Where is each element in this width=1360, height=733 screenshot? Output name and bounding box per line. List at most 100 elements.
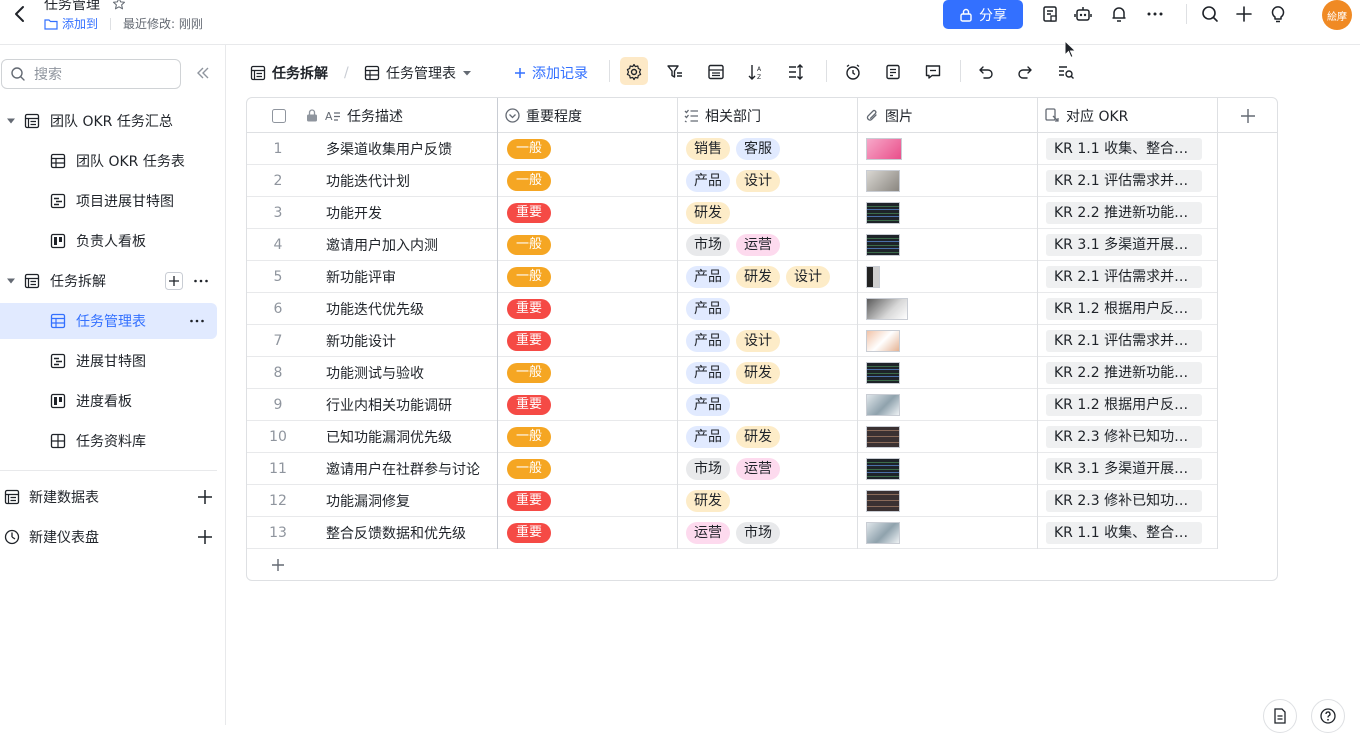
okr-cell[interactable]: KR 1.1 收集、整合用户反馈 xyxy=(1046,517,1216,548)
more-icon[interactable] xyxy=(1145,4,1165,24)
image-thumbnail[interactable] xyxy=(866,490,900,512)
task-description-cell[interactable]: 功能漏洞修复 xyxy=(326,485,496,516)
add-view-icon[interactable] xyxy=(165,272,183,290)
priority-cell[interactable]: 一般 xyxy=(507,261,677,292)
gear-icon[interactable] xyxy=(625,63,643,81)
departments-cell[interactable]: 运营 市场 xyxy=(686,517,856,548)
task-description-cell[interactable]: 功能测试与验收 xyxy=(326,357,496,388)
doc-title[interactable]: 任务管理 xyxy=(44,0,100,14)
image-thumbnail[interactable] xyxy=(866,170,900,192)
search-icon[interactable] xyxy=(1200,4,1220,24)
okr-cell[interactable]: KR 2.3 修补已知功能漏洞 xyxy=(1046,421,1216,452)
departments-cell[interactable]: 产品 设计 xyxy=(686,325,856,356)
priority-cell[interactable]: 一般 xyxy=(507,229,677,260)
lightbulb-icon[interactable] xyxy=(1268,4,1288,24)
okr-cell[interactable]: KR 2.2 推进新功能研发 xyxy=(1046,357,1216,388)
column-header-image[interactable]: 图片 xyxy=(865,98,913,133)
priority-cell[interactable]: 一般 xyxy=(507,357,677,388)
column-header-departments[interactable]: 相关部门 xyxy=(684,98,761,133)
filter-icon[interactable] xyxy=(666,63,684,81)
redo-icon[interactable] xyxy=(1016,63,1034,81)
back-arrow-icon[interactable] xyxy=(10,4,30,24)
robot-icon[interactable] xyxy=(1073,4,1093,24)
departments-cell[interactable]: 产品 研发 xyxy=(686,421,856,452)
more-icon[interactable] xyxy=(192,272,210,290)
column-header-okr[interactable]: 对应 OKR xyxy=(1045,98,1128,133)
departments-cell[interactable]: 产品 xyxy=(686,293,856,324)
sidebar-item-progress-kanban[interactable]: 进度看板 xyxy=(0,383,226,419)
table-row[interactable]: 13 整合反馈数据和优先级重要 运营市场 KR 1.1 收集、整合用户反馈 xyxy=(247,517,1217,549)
image-thumbnail[interactable] xyxy=(866,330,900,352)
sidebar-item-task-library[interactable]: 任务资料库 xyxy=(0,423,226,459)
find-replace-icon[interactable] xyxy=(1057,63,1075,81)
okr-cell[interactable]: KR 2.3 修补已知功能漏洞 xyxy=(1046,485,1216,516)
plus-icon[interactable] xyxy=(196,488,214,506)
departments-cell[interactable]: 研发 xyxy=(686,197,856,228)
image-thumbnail[interactable] xyxy=(866,458,900,480)
table-row[interactable]: 1 多渠道收集用户反馈一般 销售客服 KR 1.1 收集、整合用户反馈 xyxy=(247,133,1217,165)
task-description-cell[interactable]: 新功能设计 xyxy=(326,325,496,356)
departments-cell[interactable]: 产品 xyxy=(686,389,856,420)
departments-cell[interactable]: 产品 研发 设计 xyxy=(686,261,856,292)
priority-cell[interactable]: 一般 xyxy=(507,133,677,164)
priority-cell[interactable]: 一般 xyxy=(507,165,677,196)
task-description-cell[interactable]: 整合反馈数据和优先级 xyxy=(326,517,496,548)
column-header-priority[interactable]: 重要程度 xyxy=(505,98,582,133)
okr-cell[interactable]: KR 3.1 多渠道开展拉新活动 xyxy=(1046,453,1216,484)
table-row[interactable]: 5 新功能评审一般 产品研发设计 KR 2.1 评估需求并细化迭代计划 xyxy=(247,261,1217,293)
image-thumbnail[interactable] xyxy=(866,362,900,384)
okr-cell[interactable]: KR 1.2 根据用户反馈确定优先级 xyxy=(1046,293,1216,324)
okr-cell[interactable]: KR 1.1 收集、整合用户反馈 xyxy=(1046,133,1216,164)
share-button[interactable]: 分享 xyxy=(943,0,1023,29)
task-description-cell[interactable]: 多渠道收集用户反馈 xyxy=(326,133,496,164)
image-thumbnail[interactable] xyxy=(866,426,900,448)
sidebar-item-task-manage-table[interactable]: 任务管理表 xyxy=(0,303,217,339)
star-icon[interactable] xyxy=(112,0,126,11)
breadcrumb-parent[interactable]: 任务拆解 xyxy=(250,63,328,83)
table-row[interactable]: 9 行业内相关功能调研重要 产品 KR 1.2 根据用户反馈确定优先级 xyxy=(247,389,1217,421)
sidebar-item-task-breakdown[interactable]: 任务拆解 xyxy=(0,263,226,299)
okr-cell[interactable]: KR 2.2 推进新功能研发 xyxy=(1046,197,1216,228)
priority-cell[interactable]: 一般 xyxy=(507,421,677,452)
alarm-icon[interactable] xyxy=(844,63,862,81)
view-switcher[interactable]: 任务管理表 xyxy=(364,63,472,83)
plus-icon[interactable] xyxy=(196,528,214,546)
group-icon[interactable] xyxy=(707,63,725,81)
document-button[interactable] xyxy=(1263,699,1297,733)
sidebar-item-project-gantt[interactable]: 项目进展甘特图 xyxy=(0,183,226,219)
task-description-cell[interactable]: 功能迭代优先级 xyxy=(326,293,496,324)
priority-cell[interactable]: 一般 xyxy=(507,453,677,484)
departments-cell[interactable]: 产品 研发 xyxy=(686,357,856,388)
okr-cell[interactable]: KR 3.1 多渠道开展拉新活动 xyxy=(1046,229,1216,260)
task-description-cell[interactable]: 邀请用户在社群参与讨论 xyxy=(326,453,496,484)
task-description-cell[interactable]: 邀请用户加入内测 xyxy=(326,229,496,260)
add-record-button[interactable]: 添加记录 xyxy=(514,63,588,83)
collapse-sidebar-icon[interactable] xyxy=(195,65,211,81)
table-row[interactable]: 2 功能迭代计划一般 产品设计 KR 2.1 评估需求并细化迭代计划 xyxy=(247,165,1217,197)
task-description-cell[interactable]: 已知功能漏洞优先级 xyxy=(326,421,496,452)
bell-icon[interactable] xyxy=(1109,4,1129,24)
priority-cell[interactable]: 重要 xyxy=(507,389,677,420)
okr-cell[interactable]: KR 1.2 根据用户反馈确定优先级 xyxy=(1046,389,1216,420)
row-height-icon[interactable] xyxy=(787,63,805,81)
departments-cell[interactable]: 市场 运营 xyxy=(686,229,856,260)
help-button[interactable] xyxy=(1311,699,1345,733)
table-row[interactable]: 10 已知功能漏洞优先级 一般 产品 研发 KR 2.3 修补已知功能漏洞 xyxy=(247,421,1217,453)
priority-cell[interactable]: 重要 xyxy=(507,485,677,516)
plus-icon[interactable] xyxy=(1234,4,1254,24)
priority-cell[interactable]: 重要 xyxy=(507,197,677,228)
search-input[interactable]: 搜索 xyxy=(1,59,181,89)
table-row[interactable]: 3 功能开发 重要 研发 KR 2.2 推进新功能研发 xyxy=(247,197,1217,229)
departments-cell[interactable]: 产品 设计 xyxy=(686,165,856,196)
table-row[interactable]: 11 邀请用户在社群参与讨论一般 市场运营 KR 3.1 多渠道开展拉新活动 xyxy=(247,453,1217,485)
caret-down-icon[interactable] xyxy=(6,276,16,286)
okr-cell[interactable]: KR 2.1 评估需求并细化迭代计划 xyxy=(1046,165,1216,196)
more-icon[interactable] xyxy=(188,312,206,330)
departments-cell[interactable]: 市场 运营 xyxy=(686,453,856,484)
sidebar-item-progress-gantt[interactable]: 进展甘特图 xyxy=(0,343,226,379)
add-row-icon[interactable] xyxy=(269,556,287,574)
task-description-cell[interactable]: 功能开发 xyxy=(326,197,496,228)
table-row[interactable]: 7 新功能设计重要 产品设计 KR 2.1 评估需求并细化迭代计划 xyxy=(247,325,1217,357)
image-thumbnail[interactable] xyxy=(866,202,900,224)
sidebar-item-team-okr-table[interactable]: 团队 OKR 任务表 xyxy=(0,143,226,179)
